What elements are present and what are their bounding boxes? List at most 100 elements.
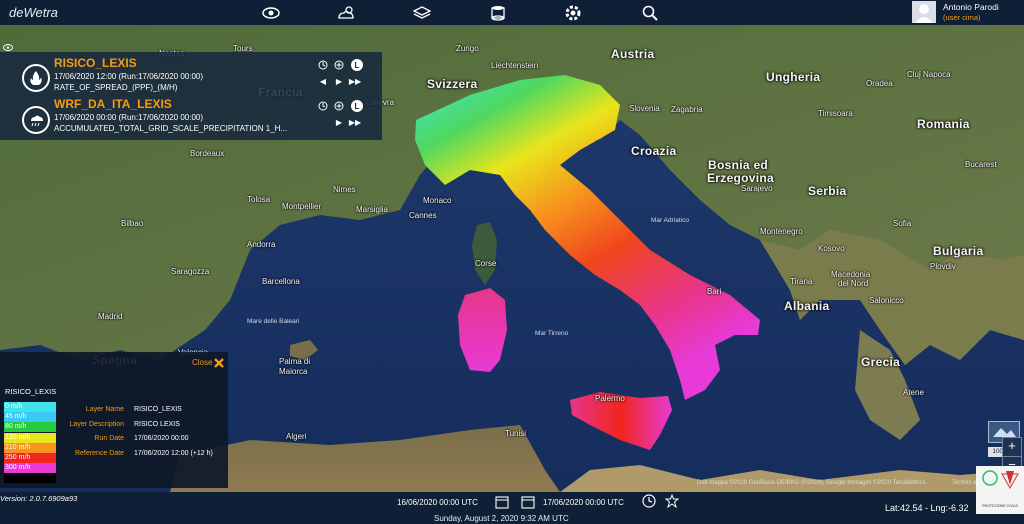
cities-label: Andorra (247, 240, 276, 249)
cities-label: Bucarest (965, 160, 997, 169)
layer-description: ACCUMULATED_TOTAL_GRID_SCALE_PRECIPITATI… (54, 124, 288, 133)
cities-label: Nimes (333, 185, 356, 194)
cities-label: Cluj Napoca (907, 70, 951, 79)
countries-label: Svizzera (427, 77, 478, 91)
cities-label: Zagabria (671, 105, 703, 114)
cities-label: Montenegro (760, 227, 803, 236)
start-time[interactable]: 16/06/2020 00:00 UTC (397, 498, 478, 507)
add-icon[interactable] (334, 60, 344, 70)
cities-label: Tolosa (247, 195, 271, 204)
clock-icon[interactable] (318, 101, 328, 111)
cities-label: Sarajevo (741, 184, 773, 193)
legend-class: 210 m/h (4, 442, 56, 453)
legend-title: RISICO_LEXIS (5, 387, 57, 396)
user-name: Antonio Parodi (943, 2, 999, 12)
cities-label: Bilbao (121, 219, 144, 228)
legend-class: 250 m/h (4, 453, 56, 463)
legend-class: 80 m/h (4, 422, 56, 433)
zoom-in-button[interactable]: + (1002, 437, 1022, 457)
legend-toggle-icon[interactable]: L (351, 100, 363, 112)
layer-title: WRF_DA_ITA_LEXIS (54, 97, 172, 111)
weather-icon[interactable] (336, 3, 356, 23)
legend-toggle-icon[interactable]: L (351, 59, 363, 71)
layer-date: 17/06/2020 00:00 (Run:17/06/2020 00:00) (54, 113, 204, 122)
play-icon[interactable]: ▶ (334, 117, 344, 127)
cities-label: Salonicco (869, 296, 904, 305)
countries-label: Bulgaria (933, 244, 984, 258)
seas-label: Mare delle Baleari (247, 318, 300, 325)
legend-info-value: 17/06/2020 12:00 (+12 h) (134, 449, 213, 457)
countries-label: Serbia (808, 184, 847, 198)
close-icon[interactable] (213, 356, 225, 368)
layer-risico[interactable]: RISICO_LEXIS 17/06/2020 12:00 (Run:17/06… (0, 52, 382, 96)
seas-label: Mar Adriatico (651, 217, 689, 224)
legend-info-value: RISICO LEXIS (134, 420, 180, 428)
eye-icon[interactable] (261, 3, 281, 23)
avatar[interactable] (912, 1, 936, 23)
cities-label: Tirana (790, 277, 813, 286)
play-icon[interactable]: ▶ (334, 76, 344, 86)
cities-label: del Nord (838, 279, 869, 288)
legend-info-key: Layer Name (85, 406, 124, 413)
legend-info-value: RISICO_LEXIS (134, 406, 182, 413)
clock-icon[interactable] (318, 60, 328, 70)
agency-logo: PROTEZIONE CIVILE (976, 466, 1024, 514)
countries-label: Croazia (631, 144, 677, 158)
current-date: Sunday, August 2, 2020 9:32 AM UTC (434, 514, 569, 523)
calendar-end-icon[interactable] (520, 494, 536, 510)
calendar-start-icon[interactable] (494, 494, 510, 510)
countries-label: Romania (917, 117, 970, 131)
visibility-eye-icon[interactable] (3, 38, 13, 51)
fast-forward-icon[interactable]: ▶▶ (349, 117, 361, 127)
cities-label: Timisoara (818, 109, 853, 118)
legend-class: 120 m/h (4, 432, 56, 443)
cities-label: Maiorca (279, 367, 308, 376)
layers-icon[interactable] (412, 3, 432, 23)
app-logo: deWetra (9, 5, 58, 20)
layer-date: 17/06/2020 12:00 (Run:17/06/2020 00:00) (54, 72, 204, 81)
legend-class: 45 m/h (4, 412, 56, 423)
layer-title: RISICO_LEXIS (54, 56, 137, 70)
countries-label: Albania (784, 299, 830, 313)
cities-label: Montpellier (282, 202, 322, 211)
cities-label: Macedonia (831, 270, 871, 279)
legend-class-nodata (4, 473, 56, 484)
cities-label: Cannes (409, 211, 437, 220)
search-icon[interactable] (640, 3, 660, 23)
cities-label: Barcellona (262, 277, 300, 286)
settings-icon[interactable] (563, 3, 583, 23)
add-icon[interactable] (334, 101, 344, 111)
legend-info-value: 17/06/2020 00:00 (134, 435, 189, 442)
cities-label: Monaco (423, 196, 452, 205)
cities-label: Slovenia (629, 104, 660, 113)
cities-label: Liechtenstein (491, 61, 539, 70)
rain-cloud-icon (22, 106, 50, 134)
cities-label: Sofia (893, 219, 912, 228)
map-attribution: Dati mappa ©2020 GeoBasis-DE/BKG (©2009)… (697, 480, 926, 486)
layer-wrf[interactable]: WRF_DA_ITA_LEXIS 17/06/2020 00:00 (Run:1… (0, 96, 382, 140)
end-time[interactable]: 17/06/2020 00:00 UTC (543, 498, 624, 507)
countries-label: Grecia (861, 355, 901, 369)
top-toolbar: deWetra Antonio Parodi (user cima) (0, 0, 1024, 25)
cities-label: Palermo (595, 394, 625, 403)
animation-settings-icon[interactable] (664, 493, 680, 509)
layer-description: RATE_OF_SPREAD_(PPF)_(M/H) (54, 83, 178, 92)
cities-label: Oradea (866, 79, 893, 88)
cities-label: Zurigo (456, 44, 479, 53)
agency-name: PROTEZIONE CIVILE (982, 504, 1018, 508)
cities-label: Kosovo (818, 244, 845, 253)
countries-label: Bosnia ed (708, 158, 769, 172)
fire-icon (22, 64, 50, 92)
cursor-coordinates: Lat:42.54 - Lng:-6.32 (885, 503, 969, 513)
legend-class: 300 m/h (4, 463, 56, 474)
step-back-icon[interactable]: ◀ (318, 76, 328, 86)
cities-label: Palma di (279, 357, 311, 366)
countries-label: Erzegovina (707, 171, 775, 185)
fast-forward-icon[interactable]: ▶▶ (349, 76, 361, 86)
clock-icon[interactable] (642, 494, 656, 508)
cities-label: Plovdiv (930, 262, 956, 271)
legend-close-label[interactable]: Close (192, 358, 212, 367)
database-icon[interactable] (488, 3, 508, 23)
cities-label: Bari (707, 287, 722, 296)
user-role: (user cima) (943, 13, 981, 22)
